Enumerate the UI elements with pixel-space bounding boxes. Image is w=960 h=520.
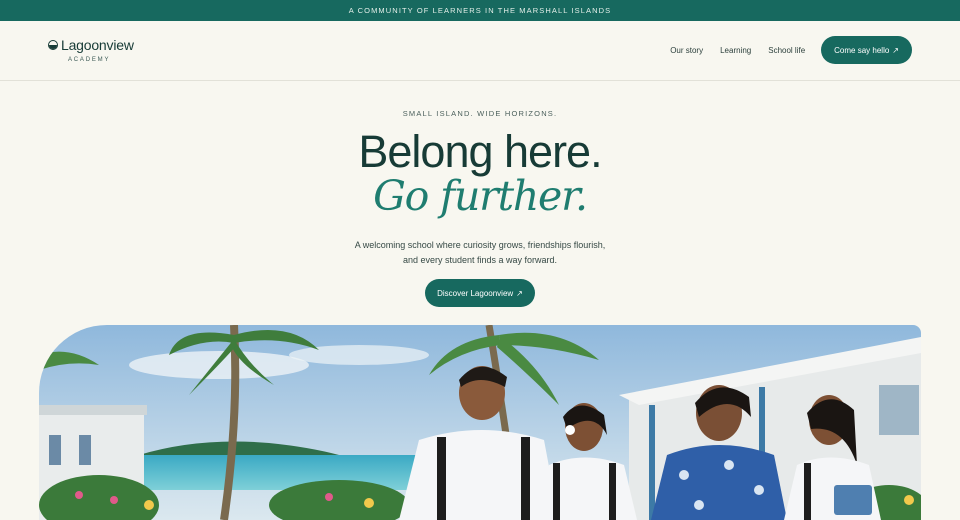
discover-lagoonview-label: Discover Lagoonview xyxy=(437,288,514,298)
nav-link-our-story[interactable]: Our story xyxy=(670,46,703,55)
logo-subtitle: ACADEMY xyxy=(68,57,111,63)
logo-row: Lagoonview xyxy=(48,37,134,53)
arrow-up-right-icon: ↗ xyxy=(516,288,523,298)
site-header: Lagoonview ACADEMY Our story Learning Sc… xyxy=(0,21,960,81)
hero-lede-line-1: A welcoming school where curiosity grows… xyxy=(354,240,606,250)
announcement-text: A COMMUNITY OF LEARNERS IN THE MARSHALL … xyxy=(348,6,612,15)
discover-lagoonview-button[interactable]: Discover Lagoonview ↗ xyxy=(425,279,535,307)
logo[interactable]: Lagoonview ACADEMY xyxy=(48,37,134,63)
hero-lede-line-2: and every student finds a way forward. xyxy=(402,255,558,265)
logo-name: Lagoonview xyxy=(61,37,134,53)
nav-link-school-life[interactable]: School life xyxy=(768,46,805,55)
come-say-hello-label: Come say hello xyxy=(834,45,890,55)
arrow-up-right-icon: ↗ xyxy=(892,45,899,55)
hero-lede: A welcoming school where curiosity grows… xyxy=(0,238,960,268)
main-nav: Our story Learning School life Come say … xyxy=(653,36,912,64)
announcement-bar: A COMMUNITY OF LEARNERS IN THE MARSHALL … xyxy=(0,0,960,21)
hero-photo xyxy=(39,325,921,520)
hero-headline-italic: Go further. xyxy=(373,172,588,220)
hero-headline: Belong here. xyxy=(358,126,602,177)
hero-photo-illustration xyxy=(39,325,921,520)
logo-circle-icon xyxy=(48,40,58,50)
hero-eyebrow: SMALL ISLAND. WIDE HORIZONS. xyxy=(402,109,558,118)
come-say-hello-button[interactable]: Come say hello ↗ xyxy=(821,36,912,64)
nav-link-learning[interactable]: Learning xyxy=(720,46,751,55)
